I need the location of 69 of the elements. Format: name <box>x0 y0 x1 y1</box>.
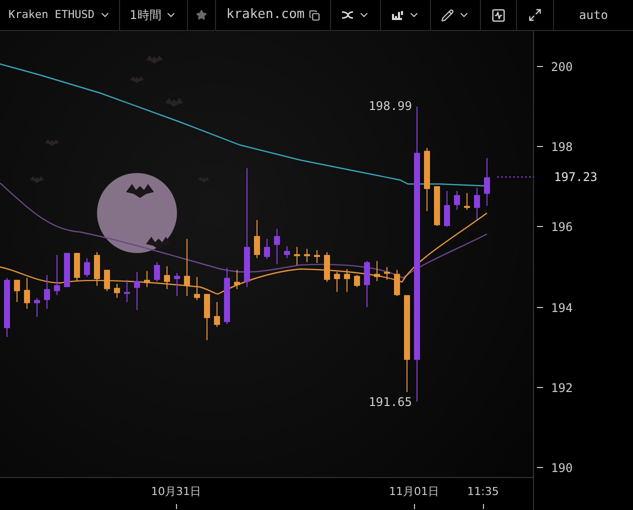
candlestick <box>94 252 100 286</box>
pencil-icon <box>441 8 454 22</box>
candlestick <box>84 258 90 278</box>
price-axis-label: 192 <box>551 380 573 397</box>
symbol-dropdown[interactable]: Kraken ETHUSD <box>0 0 120 30</box>
candlestick <box>234 269 240 290</box>
candlestick <box>484 158 490 206</box>
candlestick <box>274 228 280 265</box>
time-axis-label: 11月01日 <box>389 484 439 500</box>
candlestick <box>424 148 430 212</box>
candlestick <box>364 260 370 308</box>
candlestick <box>34 297 40 318</box>
expand-icon <box>528 8 542 22</box>
price-axis-label: 198 <box>551 139 573 156</box>
scale-mode-button[interactable]: auto <box>554 0 633 30</box>
candlestick <box>304 248 310 263</box>
candlestick <box>254 219 260 259</box>
time-axis-label: 10月31日 <box>151 484 201 500</box>
candlestick <box>264 238 270 260</box>
candlestick <box>14 279 20 302</box>
chart-box-icon <box>491 8 506 22</box>
candlestick <box>74 252 80 282</box>
copy-icon <box>308 10 320 20</box>
candlestick <box>124 279 130 302</box>
candlestick <box>24 277 30 310</box>
candlestick <box>44 274 50 310</box>
candlestick <box>104 269 110 292</box>
candlestick <box>464 192 470 210</box>
candlestick <box>184 238 190 296</box>
candlestick <box>194 276 200 300</box>
site-link[interactable]: kraken.com <box>216 0 331 30</box>
candlestick <box>204 293 210 341</box>
candlestick <box>144 270 150 288</box>
candlestick <box>4 277 10 338</box>
candlestick <box>294 246 300 266</box>
candlestick <box>444 190 450 228</box>
candlestick <box>434 186 440 226</box>
price-axis-label: 196 <box>551 219 573 236</box>
candlestick <box>334 271 340 292</box>
candlestick <box>114 283 120 298</box>
candlestick <box>384 266 390 280</box>
candlestick <box>64 252 70 288</box>
candlestick <box>174 272 180 296</box>
price-axis-label: 190 <box>551 460 573 477</box>
candlestick <box>454 190 460 210</box>
candlestick <box>154 262 160 282</box>
candlestick <box>374 260 380 282</box>
crossing-curves-icon <box>341 10 354 20</box>
price-axis-label: 200 <box>551 59 573 76</box>
candlestick <box>314 250 320 264</box>
price-axis-label: 194 <box>551 300 573 317</box>
candlestick <box>134 271 140 311</box>
bars-icon <box>392 10 404 20</box>
candlestick <box>224 267 230 325</box>
candlestick <box>214 301 220 328</box>
time-axis-label: 11:35 <box>467 484 499 500</box>
candlestick <box>354 274 360 288</box>
moon-bats-drawing <box>126 184 172 250</box>
candlestick <box>164 266 170 290</box>
candlestick <box>344 268 350 292</box>
high-price-label: 198.99 <box>368 98 412 115</box>
candlestick <box>54 254 60 296</box>
candlestick <box>324 252 330 282</box>
interval-dropdown[interactable]: 1時間 <box>120 0 188 30</box>
low-price-label: 191.65 <box>368 394 412 411</box>
candlestick <box>474 187 480 220</box>
last-price-line <box>496 176 534 178</box>
candlestick <box>284 246 290 259</box>
candlestick <box>394 269 400 296</box>
